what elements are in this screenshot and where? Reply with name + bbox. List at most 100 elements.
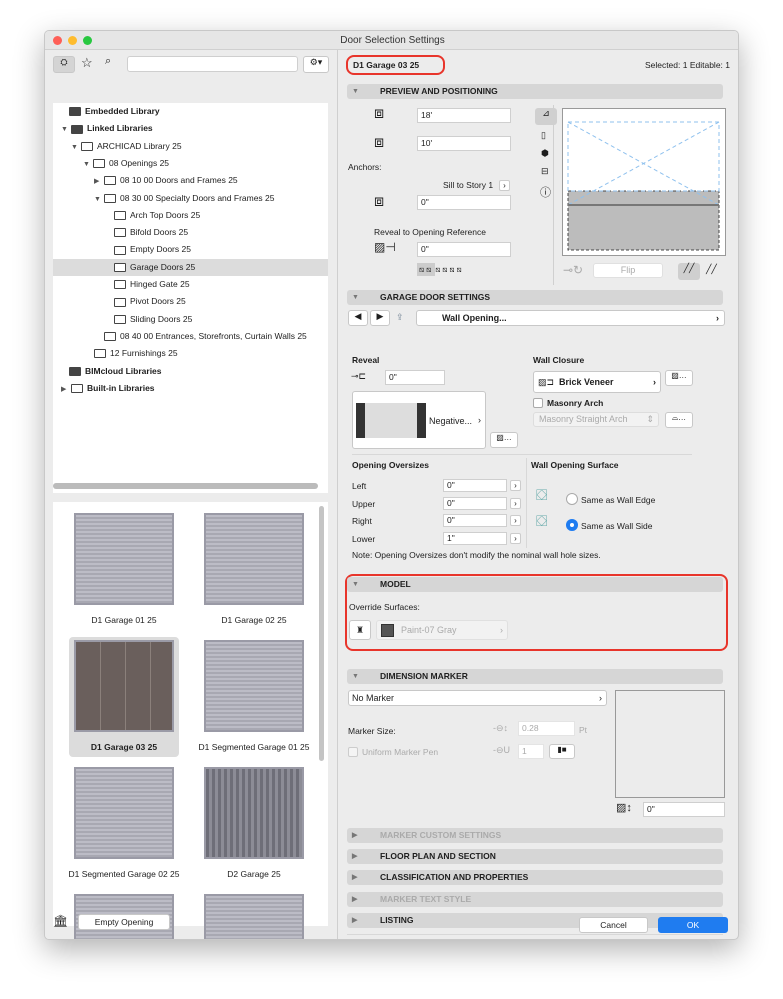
marker-pen-color-button[interactable]: ▮■ [549,744,575,759]
section-model[interactable]: ▼ MODEL [347,577,723,592]
elevation-view-icon[interactable]: ▯ [541,130,546,141]
3d-view-icon[interactable]: ⬢ [541,148,549,159]
override-surfaces-button[interactable]: ♜ [349,620,371,640]
marker-offset-input[interactable]: 0" [643,802,725,817]
disclosure-triangle-icon[interactable]: ▼ [61,121,71,138]
library-thumbnail[interactable]: D1 Garage 02 25 [199,510,309,630]
oversize-input[interactable]: 1" [443,531,507,545]
sill-chevron[interactable]: › [499,180,510,191]
oversize-input[interactable]: 0" [443,514,507,527]
favorites-star-icon[interactable]: ☆ [81,55,93,71]
close-button[interactable] [53,36,62,45]
reveal-surface-button[interactable]: ▨… [490,432,518,448]
search-icon[interactable]: ⌕ [105,55,111,68]
arch-surface-button[interactable]: ⌓… [665,412,693,428]
disclosure-triangle-icon[interactable]: ▼ [83,156,93,173]
oversize-chevron[interactable]: › [510,480,521,491]
disclosure-triangle-icon[interactable]: ▼ [71,139,81,156]
divider [347,934,723,935]
tree-item[interactable]: Arch Top Doors 25 [53,207,328,224]
tree-item[interactable]: Embedded Library [53,103,328,120]
tree-item[interactable]: Hinged Gate 25 [53,276,328,293]
section-view-icon[interactable]: ⊟ [541,166,549,177]
library-manager-icon[interactable]: 🏛 [53,914,68,928]
library-thumbnail[interactable]: D2 Garage 25 [199,764,309,884]
tree-item[interactable]: ▼ 08 Openings 25 [53,155,328,172]
zoom-button[interactable] [83,36,92,45]
same-as-wall-side-radio[interactable] [566,519,578,531]
surface-selector[interactable]: Paint-07 Gray › [376,620,508,640]
tree-item[interactable]: ▼ Linked Libraries [53,120,328,137]
opening-side-button-1[interactable]: ╱╱ [678,263,700,280]
oversize-input[interactable]: 0" [443,479,507,492]
library-thumbnail[interactable]: D1 Garage 01 25 [69,510,179,630]
flip-button[interactable]: Flip [593,263,663,278]
library-thumbnail[interactable]: D1 Segmented Garage 01 25 [198,637,310,757]
oversize-chevron[interactable]: › [510,532,521,544]
section-garage-door-settings[interactable]: ▼ GARAGE DOOR SETTINGS [347,290,723,305]
tree-item[interactable]: ▶ Built-in Libraries [53,380,328,397]
marker-size-input[interactable]: 0.28 [518,721,575,736]
library-search-input[interactable] [127,56,298,72]
tree-item[interactable]: BIMcloud Libraries [53,363,328,380]
library-thumbnail[interactable]: D1 Segmented Garage 02 25 [68,764,180,884]
height-input[interactable]: 10' [417,136,511,151]
tree-item[interactable]: 12 Furnishings 25 [53,345,328,362]
reveal-reference-input[interactable]: 0" [417,242,511,257]
next-page-button[interactable]: ▶ [370,310,390,326]
disclosure-triangle-icon[interactable]: ▼ [94,191,104,208]
width-input[interactable]: 18' [417,108,511,123]
library-view-button[interactable]: ⛭ [53,56,75,73]
marker-selector[interactable]: No Marker › [348,690,607,706]
thumbnail-scrollbar[interactable] [319,506,324,761]
uniform-marker-pen-checkbox[interactable] [348,747,358,757]
section-header[interactable]: ▶ FLOOR PLAN AND SECTION [347,849,723,865]
plan-view-button[interactable]: ⊿ [535,108,557,125]
reveal-input[interactable]: 0" [385,370,445,385]
disclosure-triangle-icon[interactable]: ▶ [94,173,104,190]
anchor-buttons[interactable]: ⧅⧅ ⧅⧅⧅⧅ [417,263,485,282]
opening-side-button-2[interactable]: ╱╱ [706,264,717,275]
library-thumbnail[interactable] [199,891,309,939]
mirror-icon[interactable]: ⊸↻ [563,263,583,277]
closure-surface-button[interactable]: ▨… [665,370,693,386]
tree-item[interactable]: Empty Doors 25 [53,241,328,258]
disclosure-triangle-icon[interactable]: ▶ [61,381,71,398]
tree-item[interactable]: Garage Doors 25 [53,258,328,276]
previous-page-button[interactable]: ◀ [348,310,368,326]
oversize-chevron[interactable]: › [510,515,521,526]
section-preview-positioning[interactable]: ▼ PREVIEW AND POSITIONING [347,84,723,99]
section-header[interactable]: ▶ CLASSIFICATION AND PROPERTIES [347,870,723,886]
page-tree-icon[interactable]: ⇪ [396,312,404,323]
settings-gear-button[interactable]: ⚙▾ [303,56,329,73]
section-dimension-marker[interactable]: ▼ DIMENSION MARKER [347,669,723,684]
section-title: MARKER TEXT STYLE [380,893,472,904]
arch-type-select[interactable]: Masonry Straight Arch ⇕ [533,412,659,427]
section-header[interactable]: ▶ MARKER TEXT STYLE [347,891,723,907]
tree-item[interactable]: ▼ ARCHICAD Library 25 [53,138,328,155]
reveal-type-selector[interactable]: Negative... › [352,391,486,449]
tree-item[interactable]: Bifold Doors 25 [53,224,328,241]
cancel-button[interactable]: Cancel [579,917,648,933]
same-as-wall-edge-radio[interactable] [566,493,578,505]
wall-closure-selector[interactable]: ▨⊐ Brick Veneer › [533,371,661,393]
minimize-button[interactable] [68,36,77,45]
sill-input[interactable]: 0" [417,195,511,210]
masonry-arch-checkbox[interactable] [533,398,543,408]
tree-item[interactable]: ▶ 08 10 00 Doors and Frames 25 [53,172,328,189]
info-icon[interactable]: ⓘ [540,184,551,200]
library-panel: ⛭ ☆ ⌕ ⚙▾ Embedded Library ▼ Linked Librari… [45,50,338,939]
tree-horizontal-scrollbar[interactable] [53,483,318,489]
tree-item[interactable]: Pivot Doors 25 [53,293,328,310]
oversize-chevron[interactable]: › [510,497,521,509]
empty-opening-button[interactable]: Empty Opening [78,914,170,930]
tree-item[interactable]: ▼ 08 30 00 Specialty Doors and Frames 25 [53,190,328,207]
ok-button[interactable]: OK [658,917,728,933]
tree-item[interactable]: 08 40 00 Entrances, Storefronts, Curtain… [53,328,328,345]
page-selector[interactable]: Wall Opening... › [416,310,725,326]
section-header[interactable]: ▶ MARKER CUSTOM SETTINGS [347,828,723,843]
library-thumbnail[interactable]: D1 Garage 03 25 [69,637,179,757]
oversize-input[interactable]: 0" [443,496,507,510]
marker-pen-input[interactable]: 1 [518,744,544,759]
tree-item[interactable]: Sliding Doors 25 [53,311,328,328]
